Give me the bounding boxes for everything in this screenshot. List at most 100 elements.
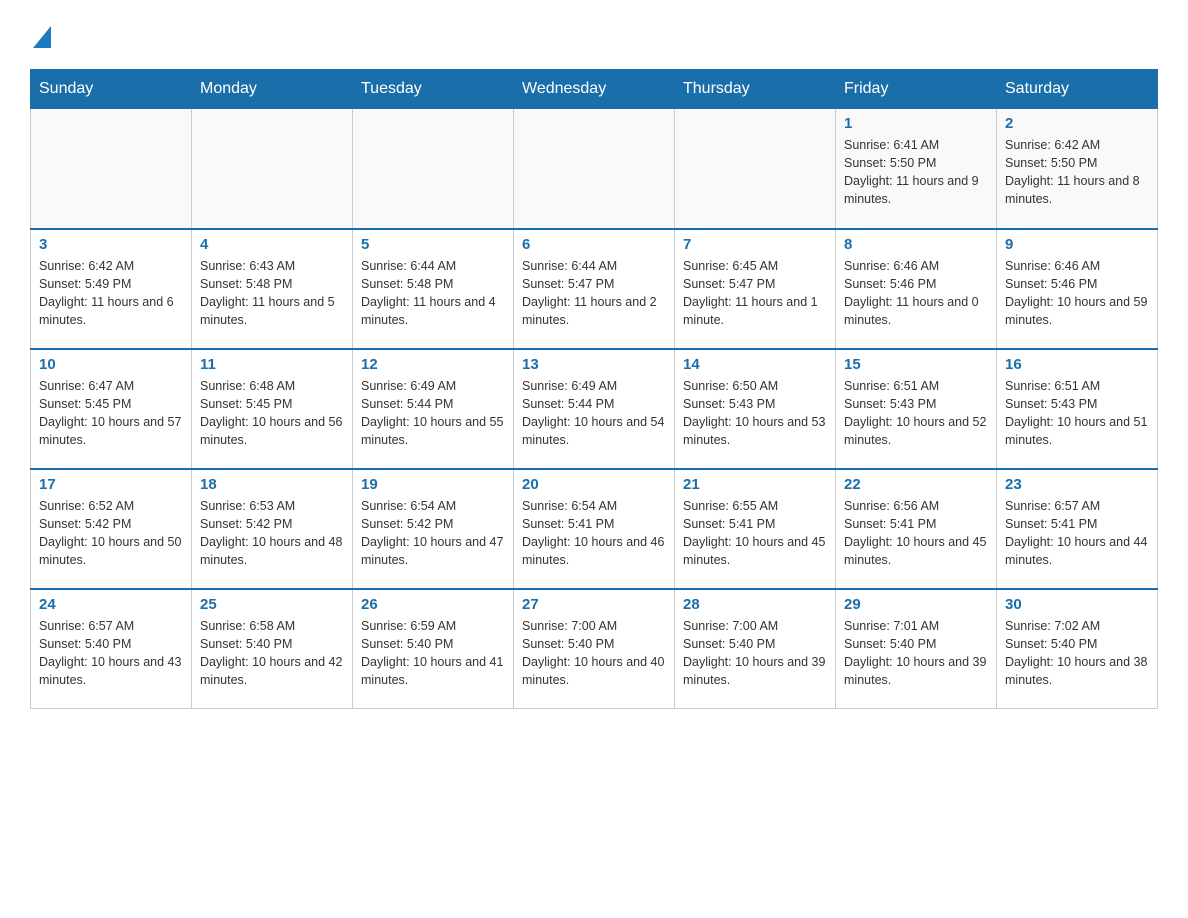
day-number: 28	[683, 596, 827, 613]
day-number: 6	[522, 236, 666, 253]
weekday-header-monday: Monday	[192, 70, 353, 109]
day-number: 2	[1005, 115, 1149, 132]
day-number: 13	[522, 356, 666, 373]
calendar-cell: 9 Sunrise: 6:46 AM Sunset: 5:46 PM Daylig…	[997, 229, 1158, 349]
day-number: 25	[200, 596, 344, 613]
calendar-cell: 29Sunrise: 7:01 AM Sunset: 5:40 PM Dayli…	[836, 589, 997, 709]
day-info: Sunrise: 6:47 AM Sunset: 5:45 PM Dayligh…	[39, 377, 183, 450]
day-info: Sunrise: 7:00 AM Sunset: 5:40 PM Dayligh…	[522, 617, 666, 690]
calendar-cell: 2 Sunrise: 6:42 AM Sunset: 5:50 PM Daylig…	[997, 109, 1158, 229]
day-number: 19	[361, 476, 505, 493]
day-number: 22	[844, 476, 988, 493]
calendar-cell: 30 Sunrise: 7:02 AM Sunset: 5:40 PM Dayli…	[997, 589, 1158, 709]
day-info: Sunrise: 6:54 AM Sunset: 5:41 PM Dayligh…	[522, 497, 666, 570]
calendar-cell: 22 Sunrise: 6:56 AM Sunset: 5:41 PM Dayli…	[836, 469, 997, 589]
day-number: 4	[200, 236, 344, 253]
day-info: Sunrise: 7:00 AM Sunset: 5:40 PM Dayligh…	[683, 617, 827, 690]
day-info: Sunrise: 6:57 AM Sunset: 5:40 PM Dayligh…	[39, 617, 183, 690]
calendar-cell: 21Sunrise: 6:55 AM Sunset: 5:41 PM Dayli…	[675, 469, 836, 589]
calendar-cell: 7Sunrise: 6:45 AM Sunset: 5:47 PM Daylig…	[675, 229, 836, 349]
day-info: Sunrise: 6:42 AM Sunset: 5:49 PM Dayligh…	[39, 257, 183, 330]
weekday-header-saturday: Saturday	[997, 70, 1158, 109]
logo	[30, 20, 51, 53]
calendar-cell: 4 Sunrise: 6:43 AM Sunset: 5:48 PM Daylig…	[192, 229, 353, 349]
day-info: Sunrise: 6:45 AM Sunset: 5:47 PM Dayligh…	[683, 257, 827, 330]
day-number: 26	[361, 596, 505, 613]
calendar-cell: 24Sunrise: 6:57 AM Sunset: 5:40 PM Dayli…	[31, 589, 192, 709]
page-header	[30, 20, 1158, 53]
calendar-cell: 3 Sunrise: 6:42 AM Sunset: 5:49 PM Daylig…	[31, 229, 192, 349]
weekday-header-friday: Friday	[836, 70, 997, 109]
day-number: 30	[1005, 596, 1149, 613]
calendar-cell	[31, 109, 192, 229]
calendar-table: SundayMondayTuesdayWednesdayThursdayFrid…	[30, 69, 1158, 709]
day-number: 5	[361, 236, 505, 253]
day-info: Sunrise: 6:51 AM Sunset: 5:43 PM Dayligh…	[1005, 377, 1149, 450]
calendar-header-row: SundayMondayTuesdayWednesdayThursdayFrid…	[31, 70, 1158, 109]
calendar-cell: 28 Sunrise: 7:00 AM Sunset: 5:40 PM Dayli…	[675, 589, 836, 709]
day-info: Sunrise: 6:57 AM Sunset: 5:41 PM Dayligh…	[1005, 497, 1149, 570]
day-info: Sunrise: 6:46 AM Sunset: 5:46 PM Dayligh…	[1005, 257, 1149, 330]
calendar-cell	[192, 109, 353, 229]
day-info: Sunrise: 6:49 AM Sunset: 5:44 PM Dayligh…	[361, 377, 505, 450]
day-info: Sunrise: 6:52 AM Sunset: 5:42 PM Dayligh…	[39, 497, 183, 570]
day-info: Sunrise: 6:48 AM Sunset: 5:45 PM Dayligh…	[200, 377, 344, 450]
weekday-header-wednesday: Wednesday	[514, 70, 675, 109]
day-number: 10	[39, 356, 183, 373]
calendar-cell: 27 Sunrise: 7:00 AM Sunset: 5:40 PM Dayli…	[514, 589, 675, 709]
calendar-cell: 12 Sunrise: 6:49 AM Sunset: 5:44 PM Dayli…	[353, 349, 514, 469]
calendar-cell: 13 Sunrise: 6:49 AM Sunset: 5:44 PM Dayli…	[514, 349, 675, 469]
day-info: Sunrise: 6:58 AM Sunset: 5:40 PM Dayligh…	[200, 617, 344, 690]
weekday-header-thursday: Thursday	[675, 70, 836, 109]
day-info: Sunrise: 6:42 AM Sunset: 5:50 PM Dayligh…	[1005, 136, 1149, 209]
day-info: Sunrise: 6:43 AM Sunset: 5:48 PM Dayligh…	[200, 257, 344, 330]
day-info: Sunrise: 6:56 AM Sunset: 5:41 PM Dayligh…	[844, 497, 988, 570]
day-info: Sunrise: 6:53 AM Sunset: 5:42 PM Dayligh…	[200, 497, 344, 570]
day-number: 12	[361, 356, 505, 373]
calendar-cell: 6 Sunrise: 6:44 AM Sunset: 5:47 PM Daylig…	[514, 229, 675, 349]
day-number: 1	[844, 115, 988, 132]
calendar-week-row: 3 Sunrise: 6:42 AM Sunset: 5:49 PM Daylig…	[31, 229, 1158, 349]
calendar-cell	[514, 109, 675, 229]
calendar-cell: 16 Sunrise: 6:51 AM Sunset: 5:43 PM Dayli…	[997, 349, 1158, 469]
day-number: 8	[844, 236, 988, 253]
calendar-cell: 10 Sunrise: 6:47 AM Sunset: 5:45 PM Dayli…	[31, 349, 192, 469]
day-number: 16	[1005, 356, 1149, 373]
day-info: Sunrise: 6:44 AM Sunset: 5:48 PM Dayligh…	[361, 257, 505, 330]
day-info: Sunrise: 6:41 AM Sunset: 5:50 PM Dayligh…	[844, 136, 988, 209]
logo-triangle-icon	[33, 26, 51, 53]
day-info: Sunrise: 6:49 AM Sunset: 5:44 PM Dayligh…	[522, 377, 666, 450]
calendar-week-row: 24Sunrise: 6:57 AM Sunset: 5:40 PM Dayli…	[31, 589, 1158, 709]
day-info: Sunrise: 6:54 AM Sunset: 5:42 PM Dayligh…	[361, 497, 505, 570]
calendar-cell: 20Sunrise: 6:54 AM Sunset: 5:41 PM Dayli…	[514, 469, 675, 589]
calendar-cell: 1 Sunrise: 6:41 AM Sunset: 5:50 PM Daylig…	[836, 109, 997, 229]
day-number: 23	[1005, 476, 1149, 493]
day-number: 3	[39, 236, 183, 253]
calendar-cell	[675, 109, 836, 229]
day-info: Sunrise: 6:51 AM Sunset: 5:43 PM Dayligh…	[844, 377, 988, 450]
calendar-week-row: 10 Sunrise: 6:47 AM Sunset: 5:45 PM Dayli…	[31, 349, 1158, 469]
calendar-week-row: 1 Sunrise: 6:41 AM Sunset: 5:50 PM Daylig…	[31, 109, 1158, 229]
day-number: 11	[200, 356, 344, 373]
day-info: Sunrise: 6:50 AM Sunset: 5:43 PM Dayligh…	[683, 377, 827, 450]
calendar-cell	[353, 109, 514, 229]
day-info: Sunrise: 7:02 AM Sunset: 5:40 PM Dayligh…	[1005, 617, 1149, 690]
calendar-cell: 14 Sunrise: 6:50 AM Sunset: 5:43 PM Dayli…	[675, 349, 836, 469]
calendar-cell: 11 Sunrise: 6:48 AM Sunset: 5:45 PM Dayli…	[192, 349, 353, 469]
day-number: 14	[683, 356, 827, 373]
day-number: 21	[683, 476, 827, 493]
day-number: 15	[844, 356, 988, 373]
calendar-cell: 26 Sunrise: 6:59 AM Sunset: 5:40 PM Dayli…	[353, 589, 514, 709]
day-number: 27	[522, 596, 666, 613]
day-number: 17	[39, 476, 183, 493]
calendar-cell: 23 Sunrise: 6:57 AM Sunset: 5:41 PM Dayli…	[997, 469, 1158, 589]
calendar-cell: 18 Sunrise: 6:53 AM Sunset: 5:42 PM Dayli…	[192, 469, 353, 589]
calendar-cell: 25 Sunrise: 6:58 AM Sunset: 5:40 PM Dayli…	[192, 589, 353, 709]
calendar-cell: 17 Sunrise: 6:52 AM Sunset: 5:42 PM Dayli…	[31, 469, 192, 589]
day-number: 9	[1005, 236, 1149, 253]
day-info: Sunrise: 6:59 AM Sunset: 5:40 PM Dayligh…	[361, 617, 505, 690]
day-info: Sunrise: 6:44 AM Sunset: 5:47 PM Dayligh…	[522, 257, 666, 330]
calendar-cell: 19 Sunrise: 6:54 AM Sunset: 5:42 PM Dayli…	[353, 469, 514, 589]
calendar-cell: 5 Sunrise: 6:44 AM Sunset: 5:48 PM Daylig…	[353, 229, 514, 349]
day-number: 18	[200, 476, 344, 493]
